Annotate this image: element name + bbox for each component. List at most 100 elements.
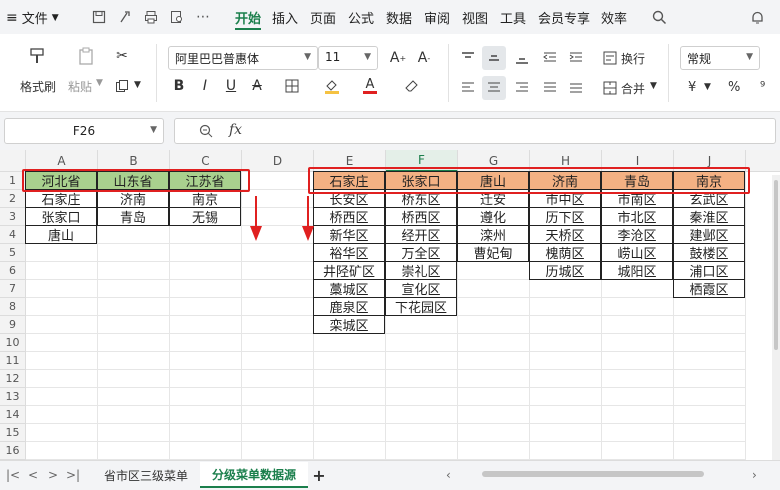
grid-cell[interactable] xyxy=(458,334,530,352)
grid-cell[interactable] xyxy=(98,334,170,352)
paste-icon[interactable] xyxy=(74,44,98,68)
grid-cell[interactable] xyxy=(314,424,386,442)
grid-cell[interactable] xyxy=(170,280,242,298)
district-cell[interactable]: 历城区 xyxy=(529,261,601,280)
tab-formula[interactable]: 公式 xyxy=(348,8,374,27)
grid-cell[interactable] xyxy=(602,442,674,460)
save-icon[interactable] xyxy=(90,8,108,26)
district-cell[interactable]: 城阳区 xyxy=(601,261,673,280)
grid-cell[interactable] xyxy=(242,334,314,352)
percent-button[interactable]: % xyxy=(728,80,740,95)
tab-tools[interactable]: 工具 xyxy=(500,8,526,27)
district-cell[interactable]: 栖霞区 xyxy=(673,279,745,298)
vertical-scroll-thumb[interactable] xyxy=(774,180,778,350)
grid-cell[interactable] xyxy=(170,388,242,406)
column-header-extra[interactable] xyxy=(746,150,780,172)
grid-cell[interactable] xyxy=(314,334,386,352)
district-cell[interactable]: 下花园区 xyxy=(385,297,457,316)
font-name-select[interactable]: 阿里巴巴普惠体 ▼ xyxy=(168,46,318,70)
column-header-d[interactable]: D xyxy=(242,150,314,172)
search-icon[interactable] xyxy=(650,8,668,26)
district-cell[interactable]: 新华区 xyxy=(313,225,385,244)
clear-format-icon[interactable] xyxy=(402,76,422,96)
strikethrough-icon[interactable]: A xyxy=(248,76,266,96)
grid-cell[interactable] xyxy=(458,388,530,406)
district-cell[interactable]: 建邺区 xyxy=(673,225,745,244)
grid-cell[interactable] xyxy=(314,370,386,388)
district-cell[interactable]: 经开区 xyxy=(385,225,457,244)
district-cell[interactable]: 遵化 xyxy=(457,207,529,226)
grid-cell[interactable] xyxy=(674,352,746,370)
district-cell[interactable]: 宣化区 xyxy=(385,279,457,298)
align-top-icon[interactable] xyxy=(458,48,478,68)
row-header-4[interactable]: 4 xyxy=(0,226,26,244)
format-painter-label[interactable]: 格式刷 xyxy=(20,78,56,95)
grid-cell[interactable] xyxy=(674,406,746,424)
grid-cell[interactable] xyxy=(170,424,242,442)
grid-cell[interactable] xyxy=(530,424,602,442)
grid-cell[interactable] xyxy=(386,406,458,424)
grid-cell[interactable] xyxy=(602,424,674,442)
tab-data[interactable]: 数据 xyxy=(386,8,412,27)
grid-cell[interactable] xyxy=(26,424,98,442)
grid-cell[interactable] xyxy=(530,352,602,370)
row-header-14[interactable]: 14 xyxy=(0,406,26,424)
grid-cell[interactable] xyxy=(314,442,386,460)
horizontal-scroll-thumb[interactable] xyxy=(482,471,704,477)
grid-cell[interactable] xyxy=(98,280,170,298)
grid-cell[interactable] xyxy=(386,334,458,352)
district-cell[interactable]: 鼓楼区 xyxy=(673,243,745,262)
function-icon[interactable]: fx xyxy=(229,122,242,138)
grid-cell[interactable] xyxy=(458,262,530,280)
grid-cell[interactable] xyxy=(242,262,314,280)
grid-cell[interactable] xyxy=(386,442,458,460)
tab-review[interactable]: 审阅 xyxy=(424,8,450,27)
row-header-11[interactable]: 11 xyxy=(0,352,26,370)
grid-cell[interactable] xyxy=(458,406,530,424)
district-cell[interactable]: 桥西区 xyxy=(385,207,457,226)
grid-cell[interactable] xyxy=(26,388,98,406)
grid-cell[interactable] xyxy=(98,262,170,280)
grid-cell[interactable] xyxy=(674,424,746,442)
decrease-font-icon[interactable]: A- xyxy=(414,48,434,68)
row-header-9[interactable]: 9 xyxy=(0,316,26,334)
tab-insert[interactable]: 插入 xyxy=(272,8,298,27)
align-right-icon[interactable] xyxy=(512,78,532,98)
grid-cell[interactable] xyxy=(530,442,602,460)
font-color-icon[interactable]: A xyxy=(360,76,380,96)
grid-cell[interactable] xyxy=(386,388,458,406)
grid-cell[interactable] xyxy=(314,388,386,406)
grid-cell[interactable] xyxy=(242,406,314,424)
grid-cell[interactable] xyxy=(242,370,314,388)
grid-cell[interactable] xyxy=(602,352,674,370)
district-cell[interactable]: 裕华区 xyxy=(313,243,385,262)
grid-cell[interactable] xyxy=(530,280,602,298)
district-cell[interactable]: 浦口区 xyxy=(673,261,745,280)
grid-cell[interactable] xyxy=(602,370,674,388)
copy-icon[interactable] xyxy=(112,76,132,96)
grid-cell[interactable] xyxy=(170,334,242,352)
grid-cell[interactable] xyxy=(98,406,170,424)
grid-cell[interactable] xyxy=(26,244,98,262)
province-city-cell[interactable]: 张家口 xyxy=(25,207,97,226)
province-city-cell[interactable]: 唐山 xyxy=(25,225,97,244)
grid-cell[interactable] xyxy=(170,352,242,370)
first-sheet-icon[interactable]: |< xyxy=(6,468,20,482)
grid-cell[interactable] xyxy=(674,316,746,334)
justify-icon[interactable] xyxy=(540,78,560,98)
cut-icon[interactable]: ✂ xyxy=(112,46,132,66)
prev-sheet-icon[interactable]: < xyxy=(28,468,38,482)
grid-cell[interactable] xyxy=(530,334,602,352)
grid-cell[interactable] xyxy=(98,226,170,244)
merge-cells-icon[interactable] xyxy=(600,78,620,98)
grid-cell[interactable] xyxy=(314,352,386,370)
grid-cell[interactable] xyxy=(458,316,530,334)
scroll-left-icon[interactable]: ‹ xyxy=(446,468,451,482)
grid-cell[interactable] xyxy=(674,298,746,316)
print-icon[interactable] xyxy=(142,8,160,26)
grid-cell[interactable] xyxy=(26,370,98,388)
grid-cell[interactable] xyxy=(98,244,170,262)
grid-cell[interactable] xyxy=(674,442,746,460)
district-cell[interactable]: 市北区 xyxy=(601,207,673,226)
grid-cell[interactable] xyxy=(674,334,746,352)
